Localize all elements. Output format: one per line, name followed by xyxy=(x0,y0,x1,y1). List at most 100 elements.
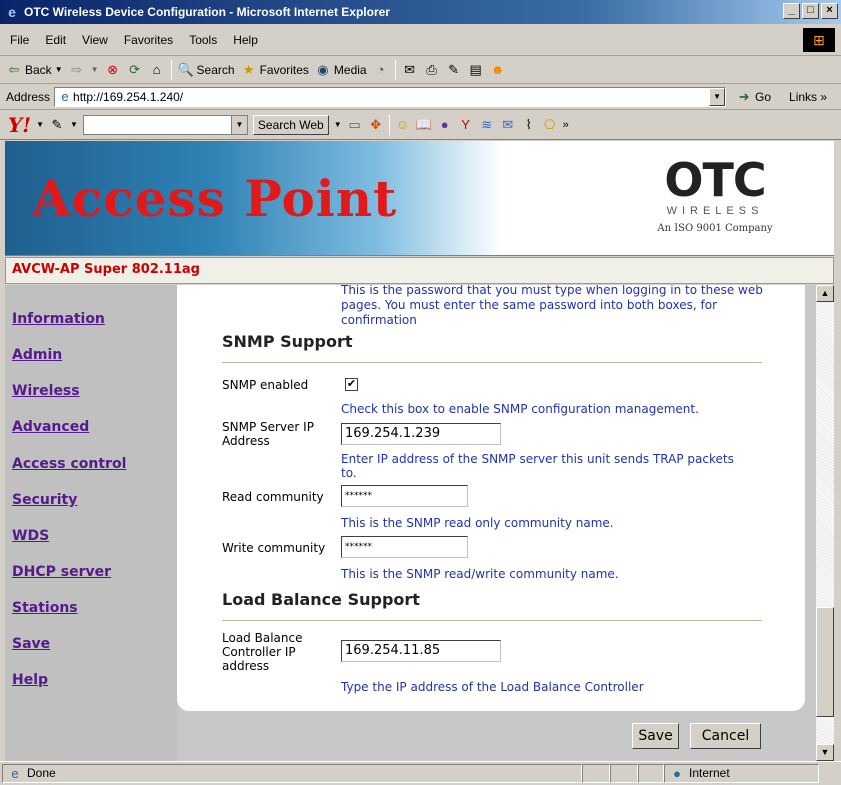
status-cell xyxy=(638,764,664,783)
write-community-label: Write community xyxy=(222,541,326,555)
otc-logo: OTC WIRELESS An ISO 9001 Company xyxy=(645,157,785,237)
nav-admin[interactable]: Admin xyxy=(12,347,62,363)
history-icon[interactable]: ◔ xyxy=(373,62,389,78)
links-label: Links xyxy=(789,89,818,104)
load-balance-help: Type the IP address of the Load Balance … xyxy=(341,680,644,694)
snmp-enabled-checkbox[interactable]: ✔ xyxy=(345,378,358,391)
product-name: AVCW-AP Super 802.11ag xyxy=(5,257,834,284)
stop-icon[interactable]: ⊗ xyxy=(105,62,121,78)
write-community-input[interactable]: ****** xyxy=(341,536,468,558)
load-balance-heading: Load Balance Support xyxy=(222,590,420,609)
yahoo-y-icon[interactable]: Y xyxy=(458,117,474,133)
yahoo-logo[interactable]: Y! xyxy=(8,113,31,137)
maximize-button[interactable]: □ xyxy=(802,3,819,19)
mail-icon[interactable]: ✉ xyxy=(402,62,418,78)
password-help-text: This is the password that you must type … xyxy=(341,285,763,327)
nav-save[interactable]: Save xyxy=(12,636,50,652)
banner-title: Access Point xyxy=(32,169,398,228)
address-input[interactable]: e http://169.254.1.240/ ▼ xyxy=(54,86,727,107)
menu-help[interactable]: Help xyxy=(233,33,258,47)
home-icon[interactable]: ⌂ xyxy=(149,62,165,78)
menu-tools[interactable]: Tools xyxy=(189,33,217,47)
sidebar: Information Admin Wireless Advanced Acce… xyxy=(5,285,177,761)
status-cell xyxy=(582,764,610,783)
yahoo-search-dropdown[interactable]: ▼ xyxy=(230,115,247,134)
crosshair-icon[interactable]: ✥ xyxy=(368,117,384,133)
back-button[interactable]: ⇦ Back ▼ xyxy=(6,62,63,78)
favorites-icon: ★ xyxy=(242,61,255,77)
snmp-enabled-label: SNMP enabled xyxy=(222,378,309,392)
scroll-up-arrow-icon[interactable]: ▲ xyxy=(816,285,834,302)
section-divider xyxy=(222,620,762,621)
smiley-icon[interactable]: ☺ xyxy=(395,117,411,133)
read-community-help: This is the SNMP read only community nam… xyxy=(341,516,614,530)
go-label: Go xyxy=(755,89,772,104)
nav-stations[interactable]: Stations xyxy=(12,600,78,616)
print-icon[interactable]: ⎙ xyxy=(424,62,440,78)
go-button[interactable]: ➜ Go xyxy=(736,89,771,105)
messenger-icon[interactable]: ☻ xyxy=(490,62,506,78)
minimize-button[interactable]: _ xyxy=(783,3,800,19)
close-button[interactable]: × xyxy=(821,3,838,19)
save-button[interactable]: Save xyxy=(632,723,679,749)
search-icon: 🔍 xyxy=(177,61,194,77)
window-controls: _ □ × xyxy=(783,3,838,19)
nav-wds[interactable]: WDS xyxy=(12,528,49,544)
nav-help[interactable]: Help xyxy=(12,672,48,688)
menu-edit[interactable]: Edit xyxy=(45,33,66,47)
finance-icon[interactable]: ≋ xyxy=(479,117,495,133)
globe-icon: ● xyxy=(673,765,681,781)
nav-access-control[interactable]: Access control xyxy=(12,456,126,472)
bookmarks-icon[interactable]: 📖 xyxy=(416,117,432,133)
toolbar-divider xyxy=(388,114,390,135)
address-dropdown[interactable]: ▼ xyxy=(709,87,726,106)
links-button[interactable]: Links » xyxy=(789,90,827,104)
zone-text: Internet xyxy=(689,766,730,780)
back-label: Back xyxy=(25,62,52,77)
status-cell xyxy=(610,764,638,783)
nav-security[interactable]: Security xyxy=(12,492,77,508)
page-icon: e xyxy=(61,88,69,104)
nav-information[interactable]: Information xyxy=(12,311,105,327)
highlight-icon[interactable]: ▭ xyxy=(347,117,363,133)
read-community-input[interactable]: ****** xyxy=(341,485,468,507)
mail-envelope-icon[interactable]: ✉ xyxy=(500,117,516,133)
windows-logo-icon: ⊞ xyxy=(803,28,835,52)
nav-dhcp-server[interactable]: DHCP server xyxy=(12,564,111,580)
address-label: Address xyxy=(6,89,51,104)
media-button[interactable]: ◉ Media xyxy=(315,62,366,78)
menu-file[interactable]: File xyxy=(10,33,29,47)
search-button[interactable]: 🔍 Search xyxy=(178,62,235,78)
snmp-heading: SNMP Support xyxy=(222,332,353,351)
yahoo-search-input[interactable]: ▼ xyxy=(82,114,248,135)
scroll-thumb[interactable] xyxy=(816,607,834,717)
paperclip-icon[interactable]: ⌇ xyxy=(521,117,537,133)
discuss-icon[interactable]: ▤ xyxy=(468,62,484,78)
refresh-icon[interactable]: ⟳ xyxy=(127,62,143,78)
shopping-icon[interactable]: ⎔ xyxy=(542,117,558,133)
vertical-scrollbar[interactable]: ▲ ▼ xyxy=(816,285,834,761)
nav-wireless[interactable]: Wireless xyxy=(12,383,80,399)
snmp-server-ip-input[interactable]: 169.254.1.239 xyxy=(341,423,501,445)
load-balance-ip-input[interactable]: 169.254.11.85 xyxy=(341,640,501,662)
forward-arrow-icon[interactable]: ⇨ xyxy=(69,62,85,78)
nav-advanced[interactable]: Advanced xyxy=(12,419,89,435)
window-title: OTC Wireless Device Configuration - Micr… xyxy=(24,5,390,19)
menu-view[interactable]: View xyxy=(82,33,108,47)
browser-toolbar: ⇦ Back ▼ ⇨ ▼ ⊗ ⟳ ⌂ 🔍 Search ★ Favorites … xyxy=(0,56,841,84)
status-text-cell: e Done xyxy=(2,764,582,783)
pencil-icon[interactable]: ✎ xyxy=(49,117,65,133)
scroll-down-arrow-icon[interactable]: ▼ xyxy=(816,744,834,761)
my-yahoo-icon[interactable]: ● xyxy=(437,117,453,133)
yahoo-toolbar: Y! ▼ ✎ ▼ ▼ Search Web ▼ ▭ ✥ ☺ 📖 ● Y ≋ ✉ … xyxy=(0,110,841,140)
favorites-button[interactable]: ★ Favorites xyxy=(241,62,309,78)
edit-icon[interactable]: ✎ xyxy=(446,62,462,78)
menu-favorites[interactable]: Favorites xyxy=(124,33,173,47)
toolbar-divider xyxy=(170,59,172,80)
go-arrow-icon: ➜ xyxy=(738,88,750,104)
snmp-server-label: SNMP Server IP Address xyxy=(222,420,314,448)
otc-logo-text: OTC xyxy=(664,153,766,207)
cancel-button[interactable]: Cancel xyxy=(690,723,761,749)
snmp-server-help: Enter IP address of the SNMP server this… xyxy=(341,452,734,480)
search-web-button[interactable]: Search Web xyxy=(252,114,329,135)
